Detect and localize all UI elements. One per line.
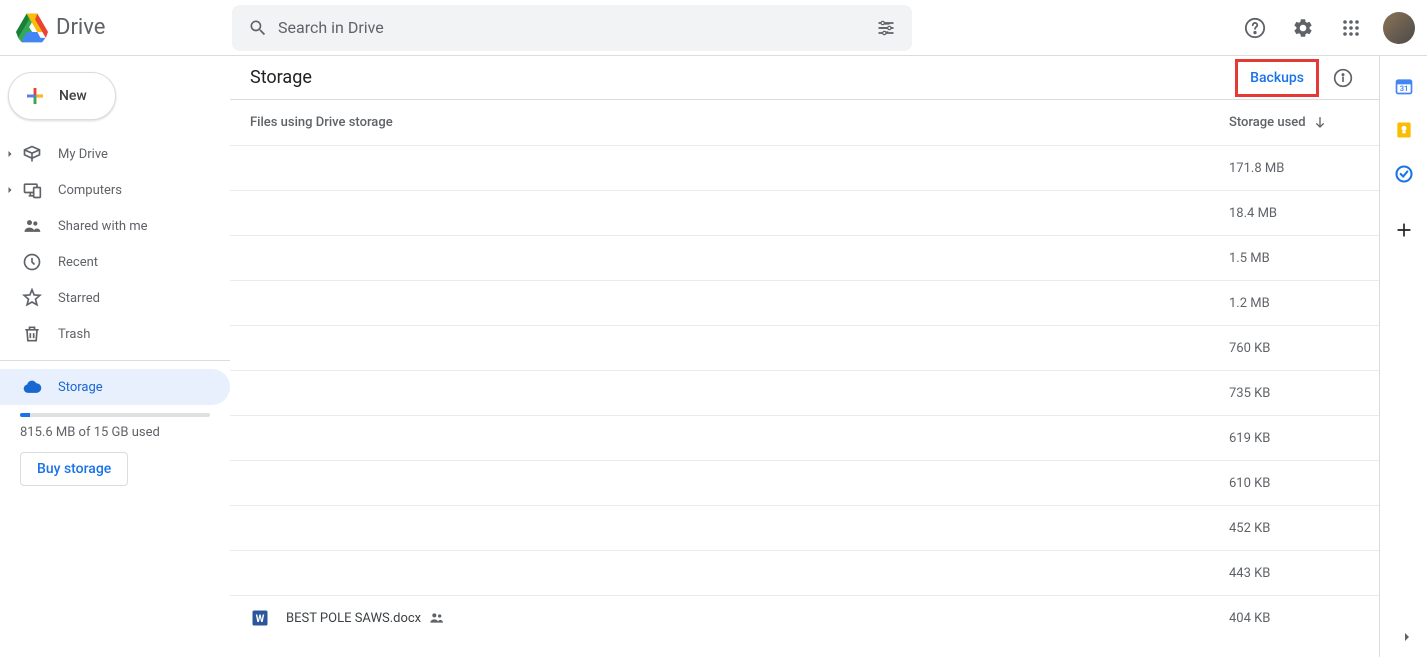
shared-icon bbox=[22, 216, 42, 236]
nav-recent[interactable]: Recent bbox=[0, 244, 230, 280]
app-header: Drive bbox=[0, 0, 1427, 56]
keep-app-icon[interactable] bbox=[1394, 120, 1414, 140]
nav-label: Storage bbox=[58, 380, 103, 395]
nav-trash[interactable]: Trash bbox=[0, 316, 230, 352]
nav-label: Recent bbox=[58, 255, 98, 270]
cloud-icon bbox=[22, 377, 42, 397]
file-name: BEST POLE SAWS.docx bbox=[286, 611, 421, 626]
file-row[interactable]: 452 KB bbox=[230, 505, 1379, 550]
storage-used-text: 815.6 MB of 15 GB used bbox=[20, 425, 210, 440]
nav-storage[interactable]: Storage bbox=[0, 369, 230, 405]
page-header: Storage Backups bbox=[230, 56, 1379, 100]
nav-my-drive[interactable]: My Drive bbox=[0, 136, 230, 172]
file-size: 404 KB bbox=[1229, 611, 1349, 626]
file-row[interactable]: 735 KB bbox=[230, 370, 1379, 415]
trash-icon bbox=[22, 324, 42, 344]
help-icon[interactable] bbox=[1235, 8, 1275, 48]
nav-label: My Drive bbox=[58, 147, 108, 162]
settings-gear-icon[interactable] bbox=[1283, 8, 1323, 48]
divider bbox=[0, 360, 230, 361]
shared-indicator-icon bbox=[429, 610, 445, 626]
tasks-app-icon[interactable] bbox=[1394, 164, 1414, 184]
svg-text:W: W bbox=[256, 614, 265, 625]
app-title: Drive bbox=[56, 15, 105, 40]
file-size: 1.5 MB bbox=[1229, 251, 1349, 266]
file-size: 610 KB bbox=[1229, 476, 1349, 491]
file-size: 760 KB bbox=[1229, 341, 1349, 356]
search-icon[interactable] bbox=[238, 8, 278, 48]
file-row[interactable]: 18.4 MB bbox=[230, 190, 1379, 235]
file-row[interactable]: 1.5 MB bbox=[230, 235, 1379, 280]
backups-button[interactable]: Backups bbox=[1238, 62, 1316, 94]
file-row[interactable]: 171.8 MB bbox=[230, 145, 1379, 190]
search-input[interactable] bbox=[278, 18, 866, 37]
col-size-header[interactable]: Storage used bbox=[1229, 115, 1349, 131]
side-panel: 31 bbox=[1379, 56, 1427, 657]
calendar-app-icon[interactable]: 31 bbox=[1394, 76, 1414, 96]
info-icon[interactable] bbox=[1323, 58, 1363, 98]
buy-storage-button[interactable]: Buy storage bbox=[20, 452, 128, 486]
search-options-icon[interactable] bbox=[866, 8, 906, 48]
file-size: 171.8 MB bbox=[1229, 161, 1349, 176]
drive-logo-icon bbox=[12, 8, 52, 48]
logo-area[interactable]: Drive bbox=[12, 8, 232, 48]
file-size: 18.4 MB bbox=[1229, 206, 1349, 221]
computers-icon bbox=[22, 180, 42, 200]
collapse-panel-icon[interactable] bbox=[1399, 629, 1415, 645]
file-row[interactable]: 619 KB bbox=[230, 415, 1379, 460]
apps-grid-icon[interactable] bbox=[1331, 8, 1371, 48]
file-row[interactable]: 760 KB bbox=[230, 325, 1379, 370]
table-header: Files using Drive storage Storage used bbox=[230, 100, 1379, 145]
nav-label: Shared with me bbox=[58, 219, 148, 234]
file-row[interactable]: 1.2 MB bbox=[230, 280, 1379, 325]
highlight-annotation: Backups bbox=[1235, 59, 1319, 97]
nav-label: Starred bbox=[58, 291, 100, 306]
new-button-label: New bbox=[59, 88, 87, 104]
star-icon bbox=[22, 288, 42, 308]
header-actions bbox=[1235, 8, 1419, 48]
search-bar[interactable] bbox=[232, 5, 912, 51]
plus-icon bbox=[23, 84, 47, 108]
new-button[interactable]: New bbox=[8, 72, 116, 120]
nav-computers[interactable]: Computers bbox=[0, 172, 230, 208]
chevron-right-icon bbox=[4, 148, 16, 160]
nav-starred[interactable]: Starred bbox=[0, 280, 230, 316]
file-row[interactable]: W BEST POLE SAWS.docx 404 KB bbox=[230, 595, 1379, 640]
file-size: 452 KB bbox=[1229, 521, 1349, 536]
add-addon-icon[interactable] bbox=[1394, 220, 1414, 240]
file-row[interactable]: 443 KB bbox=[230, 550, 1379, 595]
clock-icon bbox=[22, 252, 42, 272]
account-avatar[interactable] bbox=[1383, 12, 1415, 44]
file-rows: 171.8 MB 18.4 MB 1.5 MB 1.2 MB 760 KB 735 KB 6… bbox=[230, 145, 1379, 650]
sidebar: New My Drive Computers Shared with me Re… bbox=[0, 56, 230, 657]
nav-shared[interactable]: Shared with me bbox=[0, 208, 230, 244]
nav-label: Computers bbox=[58, 183, 122, 198]
file-row[interactable]: 610 KB bbox=[230, 460, 1379, 505]
file-size: 443 KB bbox=[1229, 566, 1349, 581]
file-size: 735 KB bbox=[1229, 386, 1349, 401]
chevron-right-icon bbox=[4, 184, 16, 196]
storage-progress bbox=[20, 413, 210, 417]
page-title: Storage bbox=[250, 67, 312, 88]
svg-text:31: 31 bbox=[1399, 84, 1408, 93]
nav-label: Trash bbox=[58, 327, 90, 342]
file-size: 619 KB bbox=[1229, 431, 1349, 446]
file-size: 1.2 MB bbox=[1229, 296, 1349, 311]
col-files-header: Files using Drive storage bbox=[250, 115, 1229, 130]
arrow-down-icon bbox=[1312, 115, 1328, 131]
my-drive-icon bbox=[22, 144, 42, 164]
word-doc-icon: W bbox=[250, 608, 270, 628]
main-content: Storage Backups Files using Drive storag… bbox=[230, 56, 1379, 657]
